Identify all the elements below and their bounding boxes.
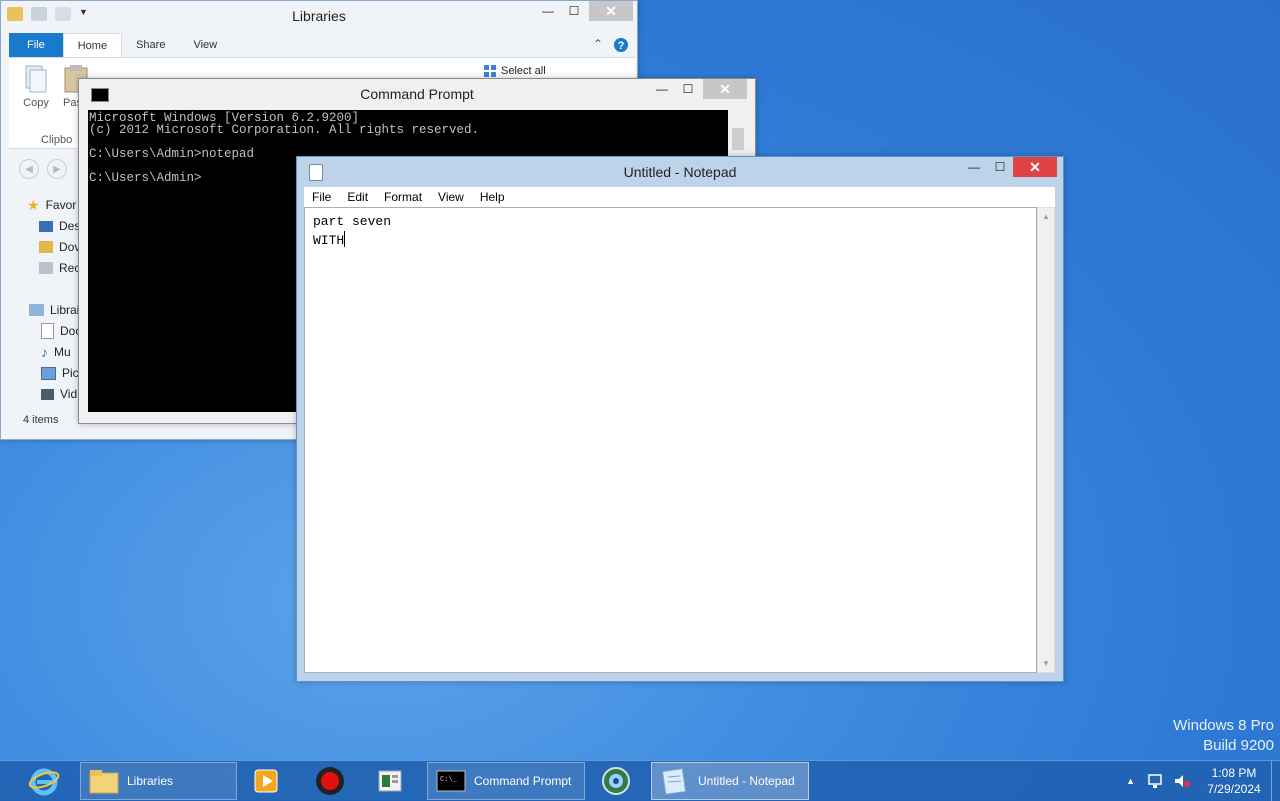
- nav-item-desktop[interactable]: Des: [39, 216, 80, 236]
- close-button[interactable]: ✕: [1013, 157, 1057, 177]
- maximize-button[interactable]: ☐: [675, 79, 701, 99]
- notepad-window[interactable]: Untitled - Notepad — ☐ ✕ File Edit Forma…: [296, 156, 1064, 682]
- taskbar-media-player[interactable]: [252, 762, 286, 800]
- minimize-button[interactable]: —: [535, 1, 561, 21]
- tab-share[interactable]: Share: [122, 33, 179, 57]
- nav-item-downloads[interactable]: Dov: [39, 237, 80, 257]
- explorer-titlebar[interactable]: ▼ Libraries — ☐ ✕: [1, 1, 637, 31]
- select-all-button[interactable]: Select all: [483, 64, 546, 78]
- libraries-icon: [29, 304, 44, 316]
- notepad-scrollbar[interactable]: ▲ ▼: [1037, 207, 1055, 673]
- menu-file[interactable]: File: [304, 187, 339, 207]
- downloads-icon: [39, 241, 53, 253]
- clock-date: 7/29/2024: [1207, 782, 1261, 796]
- navigation-pane: ◀ ▶ ★ Favor Des Dov Rec Librai Doc ♪ Mu …: [9, 151, 82, 413]
- taskbar-command-prompt[interactable]: C:\_ Command Prompt: [427, 762, 585, 800]
- close-button[interactable]: ✕: [703, 79, 747, 99]
- select-all-icon: [484, 65, 496, 77]
- star-icon: ★: [27, 196, 40, 213]
- editor-line: part seven: [313, 214, 392, 229]
- desktop: ▼ Libraries — ☐ ✕ File Home Share View ?…: [0, 0, 1280, 800]
- scrollbar-thumb[interactable]: [732, 128, 744, 150]
- menu-help[interactable]: Help: [472, 187, 513, 207]
- forward-button[interactable]: ▶: [47, 159, 67, 179]
- scroll-up-icon[interactable]: ▲: [1041, 212, 1051, 221]
- taskbar-recorder[interactable]: [314, 762, 350, 800]
- app-icon: [378, 770, 402, 792]
- nav-item-music[interactable]: ♪ Mu: [41, 342, 71, 362]
- minimize-button[interactable]: —: [961, 157, 987, 177]
- volume-muted-icon[interactable]: [1173, 773, 1191, 789]
- clock-time: 1:08 PM: [1211, 766, 1257, 780]
- tray-arrow-icon[interactable]: ▲: [1126, 776, 1135, 786]
- maximize-button[interactable]: ☐: [987, 157, 1013, 177]
- copy-icon: [25, 65, 47, 93]
- record-icon: [316, 767, 344, 795]
- tab-home[interactable]: Home: [62, 33, 123, 57]
- nav-item-favorites[interactable]: ★ Favor: [27, 195, 76, 215]
- svg-text:C:\_: C:\_: [440, 776, 458, 784]
- nav-item-recent[interactable]: Rec: [39, 258, 80, 278]
- cmd-titlebar[interactable]: Command Prompt — ☐ ✕: [79, 79, 755, 109]
- ribbon-tabs: File Home Share View: [9, 33, 231, 57]
- tab-view[interactable]: View: [179, 33, 231, 57]
- editor-line-with-caret: WITH: [313, 231, 346, 248]
- taskbar-libraries[interactable]: Libraries: [80, 762, 237, 800]
- tab-file[interactable]: File: [9, 33, 63, 57]
- recent-places-icon: [39, 262, 53, 274]
- network-globe-icon: [602, 767, 630, 795]
- nav-arrows: ◀ ▶: [19, 159, 67, 179]
- taskbar-notepad[interactable]: Untitled - Notepad: [651, 762, 809, 800]
- maximize-button[interactable]: ☐: [561, 1, 587, 21]
- network-icon[interactable]: [1147, 773, 1165, 789]
- help-icon[interactable]: ?: [613, 37, 629, 53]
- music-icon: ♪: [41, 344, 48, 360]
- folder-icon: [89, 770, 119, 794]
- status-bar: 4 items: [23, 414, 59, 426]
- clipboard-group-label: Clipbo: [41, 134, 73, 146]
- taskbar-clock[interactable]: 1:08 PM 7/29/2024: [1197, 765, 1271, 797]
- desktop-icon: [39, 220, 53, 232]
- scroll-down-icon[interactable]: ▼: [1041, 659, 1051, 668]
- close-button[interactable]: ✕: [589, 1, 633, 21]
- menu-format[interactable]: Format: [376, 187, 430, 207]
- cmd-icon: C:\_: [436, 770, 466, 792]
- system-tray: ▲ 1:08 PM 7/29/2024: [1126, 761, 1280, 801]
- show-desktop-button[interactable]: [1271, 761, 1280, 801]
- nav-item-videos[interactable]: Vid: [41, 384, 77, 404]
- videos-icon: [41, 388, 54, 400]
- nav-item-libraries[interactable]: Librai: [29, 300, 79, 320]
- notepad-title: Untitled - Notepad: [623, 164, 737, 180]
- ie-icon: [28, 768, 60, 796]
- nav-item-documents[interactable]: Doc: [41, 321, 81, 341]
- menu-bar: File Edit Format View Help: [304, 187, 1055, 207]
- taskbar-network-app[interactable]: [600, 762, 636, 800]
- pictures-icon: [41, 366, 56, 380]
- notepad-icon: [662, 768, 687, 795]
- menu-view[interactable]: View: [430, 187, 472, 207]
- notepad-titlebar[interactable]: Untitled - Notepad — ☐ ✕: [297, 157, 1063, 187]
- svg-text:?: ?: [618, 40, 625, 52]
- back-button[interactable]: ◀: [19, 159, 39, 179]
- taskbar-ie[interactable]: [28, 762, 64, 800]
- minimize-button[interactable]: —: [649, 79, 675, 99]
- taskbar: Libraries C:\_ Command Prompt Untitled -…: [0, 760, 1280, 801]
- taskbar-app[interactable]: [376, 762, 410, 800]
- nav-item-pictures[interactable]: Pict: [41, 363, 82, 383]
- copy-button[interactable]: Copy: [21, 64, 51, 109]
- collapse-ribbon-icon[interactable]: ⌃: [593, 37, 603, 51]
- text-editor[interactable]: part seven WITH: [304, 207, 1037, 673]
- media-player-icon: [254, 769, 278, 793]
- windows-watermark: Windows 8 Pro Build 9200: [1173, 717, 1274, 754]
- text-caret: [344, 231, 346, 247]
- console-line: (c) 2012 Microsoft Corporation. All righ…: [89, 123, 480, 137]
- menu-edit[interactable]: Edit: [339, 187, 376, 207]
- documents-icon: [41, 323, 54, 339]
